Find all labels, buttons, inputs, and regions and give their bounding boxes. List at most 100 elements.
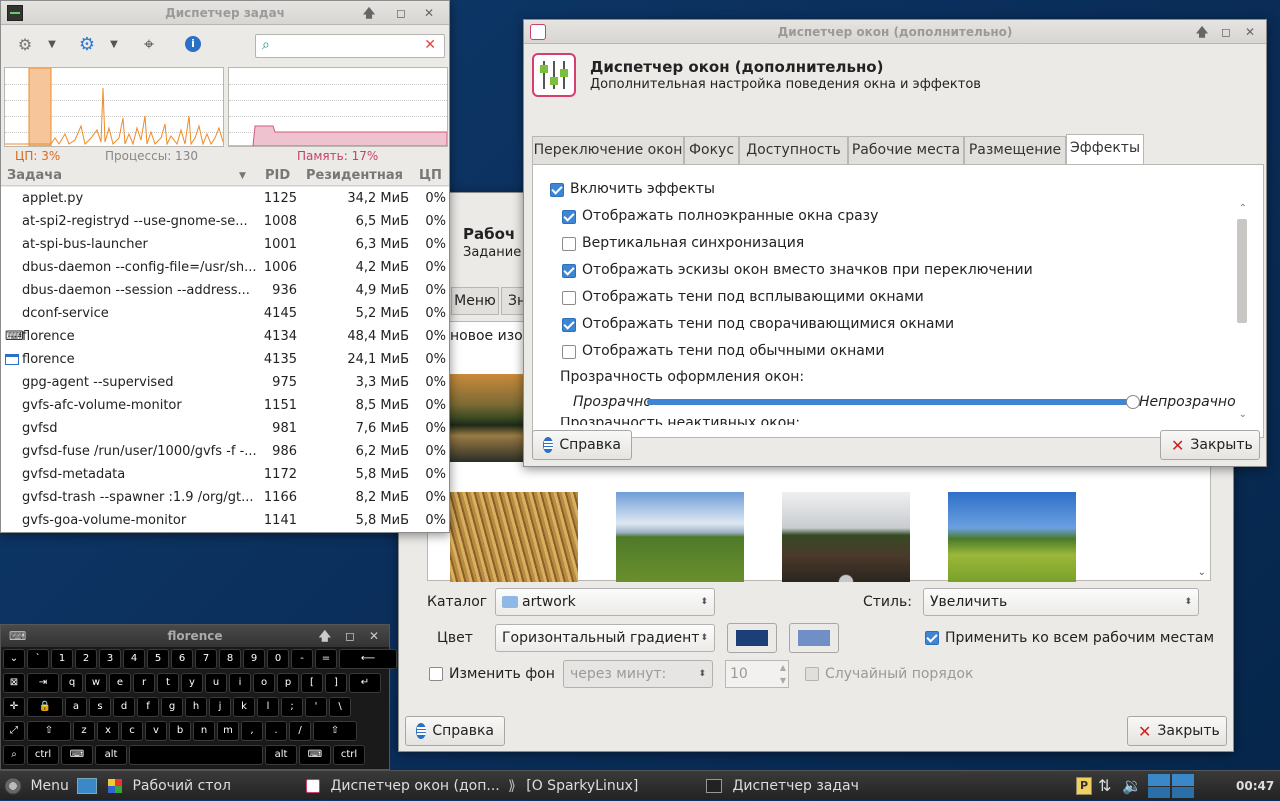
scrollbar[interactable] [1237,219,1247,323]
key-c[interactable]: c [121,721,143,741]
tray-p-icon[interactable]: P [1076,777,1092,795]
enter-key[interactable]: ↵ [349,673,381,693]
process-row[interactable]: gvfs-goa-volume-monitor 1141 5,8 МиБ 0% [1,509,449,532]
key-`[interactable]: ` [27,649,49,669]
key-0[interactable]: 0 [267,649,289,669]
key--[interactable]: - [291,649,313,669]
chevron-down-icon[interactable]: ▼ [107,30,121,58]
process-row[interactable]: gvfs-afc-volume-monitor 1151 8,5 МиБ 0% [1,394,449,417]
wallpaper-thumb-field[interactable] [616,492,744,582]
task-about[interactable]: ⟫ [O SparkyLinux] [508,771,638,801]
keyboard-key[interactable]: ⌨ [299,745,331,765]
shift-key[interactable]: ⇧ [27,721,71,741]
key-a[interactable]: a [65,697,87,717]
key-p[interactable]: p [277,673,299,693]
apply-all-checkbox[interactable] [925,631,939,645]
opacity-slider-track[interactable] [647,395,1140,409]
key-'[interactable]: ' [305,697,327,717]
wmtweaks-close-button[interactable]: ✕ Закрыть [1160,430,1260,460]
key-.[interactable]: . [265,721,287,741]
workspace-switcher[interactable] [1148,774,1194,798]
opacity-slider-knob[interactable] [1126,395,1140,409]
ctrl-key[interactable]: ctrl [27,745,59,765]
key-q[interactable]: q [61,673,83,693]
key-x[interactable]: x [97,721,119,741]
backspace-key[interactable]: ⟵ [339,649,397,669]
process-row[interactable]: florence 4135 24,1 МиБ 0% [1,348,449,371]
settings-icon[interactable]: ⚙ [73,30,101,58]
color2-button[interactable] [789,623,839,653]
key-i[interactable]: i [229,673,251,693]
effect-option-checkbox[interactable] [562,264,576,278]
workspace-4[interactable] [1172,787,1194,798]
wallpaper-tab-icons[interactable]: Зн [501,287,525,315]
scroll-up-icon[interactable]: ⌃ [1239,203,1247,214]
task-taskmgr[interactable]: Диспетчер задач [706,771,859,801]
wallpaper-help-button[interactable]: Справка [405,716,505,746]
key-n[interactable]: n [193,721,215,741]
key-j[interactable]: j [209,697,231,717]
effect-option-checkbox[interactable] [562,291,576,305]
tab-accessibility[interactable]: Доступность [739,136,848,164]
key-f[interactable]: f [137,697,159,717]
process-row[interactable]: gvfsd-trash --spawner :1.9 /org/gt... 116… [1,486,449,509]
window-up-icon[interactable]: 🡅 [361,5,377,21]
change-bg-checkbox[interactable] [429,667,443,681]
key-5[interactable]: 5 [147,649,169,669]
tab-effects[interactable]: Эффекты [1066,134,1144,164]
wmtweaks-help-button[interactable]: Справка [532,430,632,460]
key-7[interactable]: 7 [195,649,217,669]
process-row[interactable]: dbus-daemon --session --address... 936 4,9… [1,279,449,302]
gears-icon[interactable]: ⚙ [11,30,39,58]
key-h[interactable]: h [185,697,207,717]
process-row[interactable]: at-spi2-registryd --use-gnome-se... 1008 6… [1,210,449,233]
col-pid[interactable]: PID [265,168,290,183]
key-w[interactable]: w [85,673,107,693]
wallpaper-thumb-lake[interactable] [450,374,524,462]
collapse-key[interactable]: ⌄ [3,649,25,669]
key-k[interactable]: k [233,697,255,717]
key-1[interactable]: 1 [51,649,73,669]
window-up-icon[interactable]: 🡅 [319,625,331,647]
color1-button[interactable] [727,623,777,653]
key-4[interactable]: 4 [123,649,145,669]
info-icon[interactable]: i [179,30,207,58]
workspace-2[interactable] [1172,774,1194,786]
maximize-icon[interactable]: ◻ [345,625,355,647]
resize-key[interactable]: ⤢ [3,721,25,741]
process-row[interactable]: gvfsd-fuse /run/user/1000/gvfs -f -... 98… [1,440,449,463]
maximize-icon[interactable]: ◻ [1218,24,1234,40]
key-\[interactable]: \ [329,697,351,717]
col-cpu[interactable]: ЦП [419,168,442,183]
key-b[interactable]: b [169,721,191,741]
tab-switching[interactable]: Переключение окон [532,136,684,164]
key-s[interactable]: s [89,697,111,717]
chevron-down-icon[interactable]: ⌄ [1198,567,1206,578]
key-u[interactable]: u [205,673,227,693]
enable-effects-checkbox[interactable] [550,183,564,197]
compose-key[interactable]: ⊠ [3,673,25,693]
effect-option-checkbox[interactable] [562,318,576,332]
shift-key[interactable]: ⇧ [313,721,357,741]
chevron-down-icon[interactable]: ▼ [45,30,59,58]
tab-placement[interactable]: Размещение [964,136,1066,164]
close-icon[interactable]: ✕ [421,5,437,21]
wallpaper-thumb-wheat[interactable] [450,492,578,582]
key-/[interactable]: / [289,721,311,741]
wallpaper-thumb-meadow[interactable] [948,492,1076,582]
search-input[interactable]: ⌕ ✕ [255,34,445,58]
effect-option-checkbox[interactable] [562,210,576,224]
key-r[interactable]: r [133,673,155,693]
process-row[interactable]: dbus-daemon --config-file=/usr/sh... 1006… [1,256,449,279]
zoom-key[interactable]: ⌕ [3,745,25,765]
effect-option-checkbox[interactable] [562,237,576,251]
folder-combo[interactable]: artwork ⬍ [495,588,715,616]
clear-icon[interactable]: ✕ [424,37,436,53]
space-key[interactable] [129,745,263,765]
key-3[interactable]: 3 [99,649,121,669]
key-o[interactable]: o [253,673,275,693]
crosshair-icon[interactable]: ⌖ [135,30,163,58]
key-z[interactable]: z [73,721,95,741]
tab-key[interactable]: ⇥ [27,673,59,693]
key-m[interactable]: m [217,721,239,741]
